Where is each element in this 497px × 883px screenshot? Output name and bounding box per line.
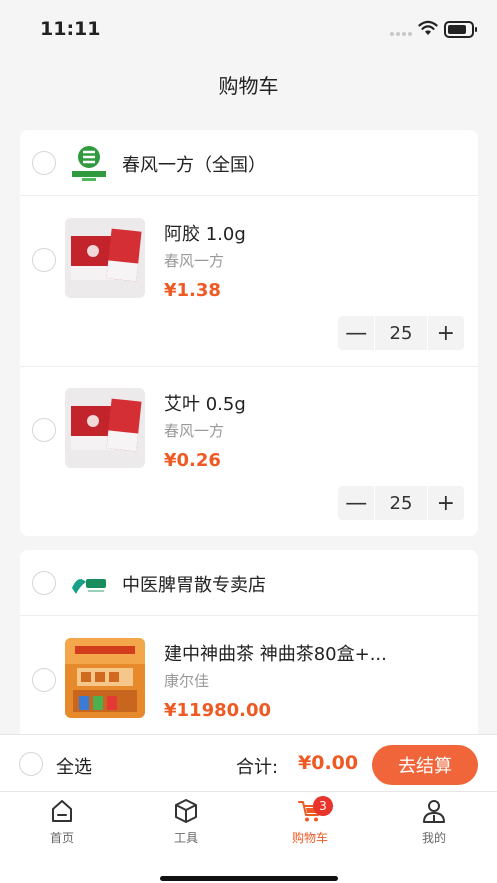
- tab-home[interactable]: 首页: [22, 798, 102, 846]
- tab-label: 工具: [173, 831, 198, 845]
- product-image[interactable]: [65, 218, 145, 298]
- battery-icon: [444, 21, 477, 38]
- cart-item: 艾叶 0.5g 春风一方 ¥0.26 — 25 +: [20, 366, 478, 536]
- store-header: 中医脾胃散专卖店: [20, 550, 478, 616]
- store-select-radio[interactable]: [32, 571, 56, 595]
- decrement-button[interactable]: —: [338, 316, 375, 350]
- total-label: 合计:: [236, 757, 279, 778]
- item-price: ¥0.26: [164, 450, 221, 471]
- store-card: 春风一方（全国） 阿胶 1.0g 春风一方 ¥1.38 — 25 + 艾叶 0.…: [20, 130, 478, 536]
- quantity-stepper: — 25 +: [338, 486, 464, 520]
- item-brand: 春风一方: [164, 422, 225, 440]
- cart-item: 阿胶 1.0g 春风一方 ¥1.38 — 25 +: [20, 196, 478, 366]
- cube-icon: [175, 799, 197, 823]
- cart-badge: 3: [313, 796, 333, 816]
- product-image[interactable]: [65, 388, 145, 468]
- product-image[interactable]: [65, 638, 145, 718]
- wifi-icon: [418, 20, 438, 35]
- item-name[interactable]: 阿胶 1.0g: [164, 220, 246, 246]
- cart-item: 建中神曲茶 神曲茶80盒+... 康尔佳 ¥11980.00: [20, 616, 478, 750]
- store-header: 春风一方（全国）: [20, 130, 478, 196]
- quantity-input[interactable]: 25: [375, 316, 427, 350]
- home-indicator: [160, 876, 338, 881]
- quantity-input[interactable]: 25: [375, 486, 427, 520]
- user-icon: [423, 800, 445, 823]
- item-select-radio[interactable]: [32, 248, 56, 272]
- status-bar: 11:11: [0, 0, 497, 58]
- item-price: ¥11980.00: [164, 700, 272, 721]
- item-brand: 春风一方: [164, 252, 225, 270]
- tab-bar: 首页 工具 3 购物车 我的: [0, 792, 497, 883]
- store-select-radio[interactable]: [32, 151, 56, 175]
- item-price: ¥1.38: [164, 280, 221, 301]
- tab-cart[interactable]: 3 购物车: [270, 796, 350, 846]
- tab-label: 购物车: [291, 831, 328, 845]
- home-icon: [52, 800, 72, 822]
- quantity-stepper: — 25 +: [338, 316, 464, 350]
- store-card: 中医脾胃散专卖店 建中神曲茶 神曲茶80盒+... 康尔佳 ¥11980.00: [20, 550, 478, 750]
- item-name[interactable]: 建中神曲茶 神曲茶80盒+...: [164, 640, 387, 666]
- item-brand: 康尔佳: [164, 672, 210, 690]
- checkout-bar: 全选 合计: ¥0.00 去结算: [0, 734, 497, 792]
- chunfeng-logo: [72, 146, 106, 181]
- page-title: 购物车: [218, 74, 279, 98]
- store-name: 春风一方（全国）: [122, 155, 266, 176]
- store-name: 中医脾胃散专卖店: [122, 575, 266, 596]
- status-time: 11:11: [40, 18, 101, 40]
- tab-tools[interactable]: 工具: [146, 798, 226, 846]
- signal-icon: [390, 32, 412, 36]
- select-all-radio[interactable]: [19, 752, 43, 776]
- item-name[interactable]: 艾叶 0.5g: [164, 390, 246, 416]
- item-select-radio[interactable]: [32, 668, 56, 692]
- tab-profile[interactable]: 我的: [394, 798, 474, 846]
- total-value: ¥0.00: [298, 752, 359, 774]
- select-all-label[interactable]: 全选: [56, 753, 92, 779]
- increment-button[interactable]: +: [427, 316, 464, 350]
- kangerjia-logo: [72, 579, 106, 594]
- checkout-button[interactable]: 去结算: [372, 745, 478, 785]
- item-select-radio[interactable]: [32, 418, 56, 442]
- increment-button[interactable]: +: [427, 486, 464, 520]
- decrement-button[interactable]: —: [338, 486, 375, 520]
- tab-label: 首页: [49, 831, 74, 845]
- tab-label: 我的: [421, 831, 446, 845]
